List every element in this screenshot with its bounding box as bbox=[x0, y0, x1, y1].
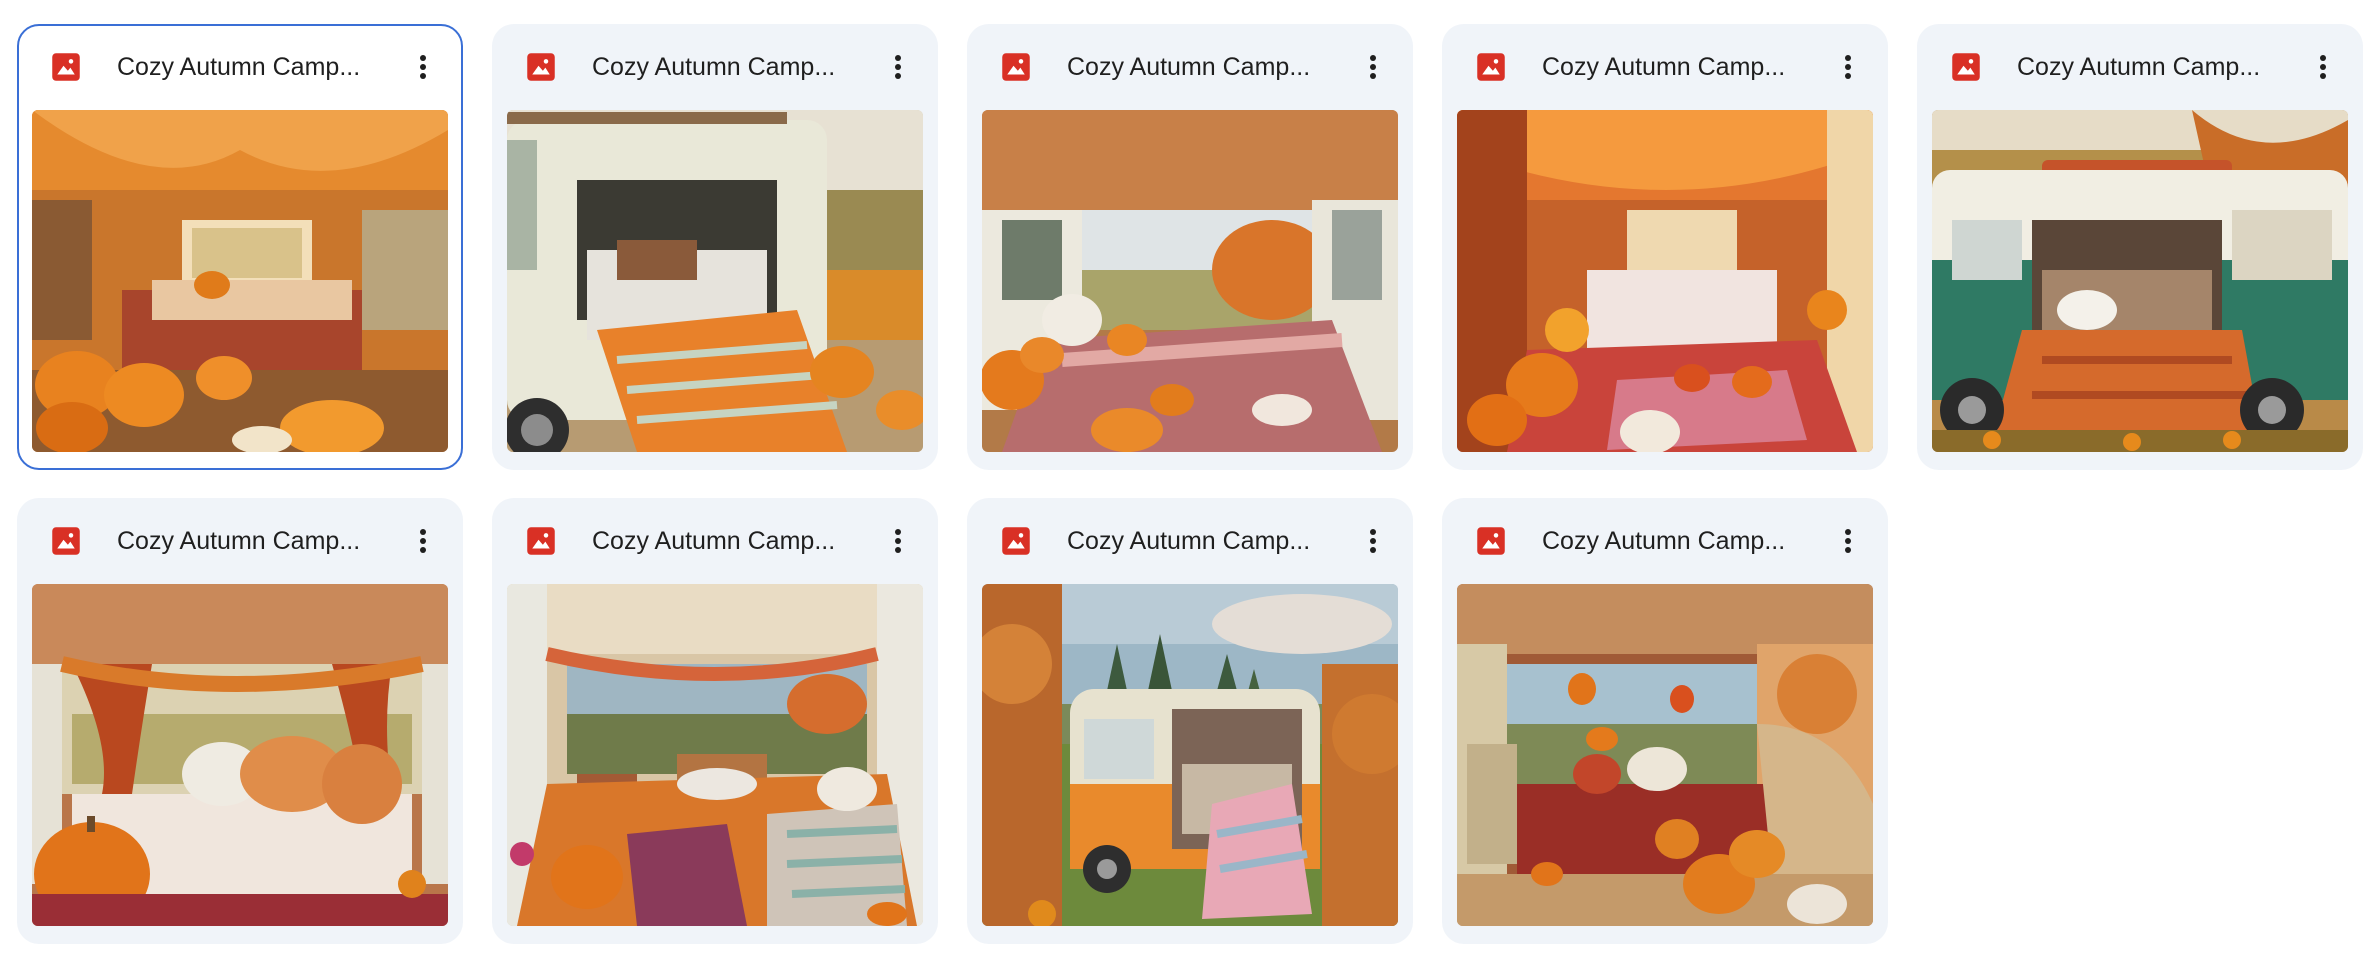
file-thumbnail[interactable] bbox=[32, 584, 448, 926]
file-thumbnail[interactable] bbox=[1932, 110, 2348, 452]
more-actions-button[interactable] bbox=[2303, 47, 2343, 87]
more-actions-button[interactable] bbox=[878, 47, 918, 87]
more-vert-icon bbox=[1845, 529, 1851, 553]
more-vert-icon bbox=[895, 55, 901, 79]
more-vert-icon bbox=[420, 55, 426, 79]
file-name: Cozy Autumn Camp... bbox=[1542, 527, 1786, 555]
image-file-icon bbox=[1002, 527, 1030, 555]
file-card-header: Cozy Autumn Camp... bbox=[1917, 24, 2363, 110]
more-actions-button[interactable] bbox=[878, 521, 918, 561]
file-card-header: Cozy Autumn Camp... bbox=[492, 24, 938, 110]
file-card-header: Cozy Autumn Camp... bbox=[19, 26, 461, 112]
file-card-header: Cozy Autumn Camp... bbox=[1442, 498, 1888, 584]
file-card[interactable]: Cozy Autumn Camp... bbox=[967, 498, 1413, 944]
file-name: Cozy Autumn Camp... bbox=[1542, 53, 1786, 81]
image-file-icon bbox=[527, 527, 555, 555]
file-thumbnail[interactable] bbox=[507, 584, 923, 926]
image-file-icon bbox=[1477, 53, 1505, 81]
file-card[interactable]: Cozy Autumn Camp... bbox=[967, 24, 1413, 470]
more-vert-icon bbox=[420, 529, 426, 553]
file-thumbnail[interactable] bbox=[982, 110, 1398, 452]
image-file-icon bbox=[1477, 527, 1505, 555]
more-vert-icon bbox=[1370, 529, 1376, 553]
file-card[interactable]: Cozy Autumn Camp... bbox=[17, 24, 463, 470]
file-card[interactable]: Cozy Autumn Camp... bbox=[17, 498, 463, 944]
more-vert-icon bbox=[1845, 55, 1851, 79]
image-file-icon bbox=[52, 527, 80, 555]
file-name: Cozy Autumn Camp... bbox=[1067, 53, 1311, 81]
more-actions-button[interactable] bbox=[403, 521, 443, 561]
file-card[interactable]: Cozy Autumn Camp... bbox=[1442, 24, 1888, 470]
image-file-icon bbox=[527, 53, 555, 81]
more-actions-button[interactable] bbox=[403, 47, 443, 87]
more-vert-icon bbox=[2320, 55, 2326, 79]
more-actions-button[interactable] bbox=[1828, 521, 1868, 561]
file-name: Cozy Autumn Camp... bbox=[117, 53, 361, 81]
file-grid: Cozy Autumn Camp... Cozy Autumn Camp... … bbox=[0, 0, 2374, 956]
file-card-header: Cozy Autumn Camp... bbox=[17, 498, 463, 584]
file-card[interactable]: Cozy Autumn Camp... bbox=[492, 24, 938, 470]
file-card[interactable]: Cozy Autumn Camp... bbox=[1917, 24, 2363, 470]
file-name: Cozy Autumn Camp... bbox=[592, 53, 836, 81]
file-card[interactable]: Cozy Autumn Camp... bbox=[492, 498, 938, 944]
more-actions-button[interactable] bbox=[1353, 47, 1393, 87]
file-thumbnail[interactable] bbox=[982, 584, 1398, 926]
file-name: Cozy Autumn Camp... bbox=[1067, 527, 1311, 555]
more-actions-button[interactable] bbox=[1828, 47, 1868, 87]
file-card-header: Cozy Autumn Camp... bbox=[492, 498, 938, 584]
file-thumbnail[interactable] bbox=[507, 110, 923, 452]
file-thumbnail[interactable] bbox=[1457, 584, 1873, 926]
image-file-icon bbox=[1952, 53, 1980, 81]
more-vert-icon bbox=[895, 529, 901, 553]
file-card-header: Cozy Autumn Camp... bbox=[1442, 24, 1888, 110]
file-card[interactable]: Cozy Autumn Camp... bbox=[1442, 498, 1888, 944]
file-name: Cozy Autumn Camp... bbox=[117, 527, 361, 555]
image-file-icon bbox=[52, 53, 80, 81]
file-thumbnail[interactable] bbox=[1457, 110, 1873, 452]
file-name: Cozy Autumn Camp... bbox=[2017, 53, 2261, 81]
file-thumbnail[interactable] bbox=[32, 110, 448, 452]
file-card-header: Cozy Autumn Camp... bbox=[967, 24, 1413, 110]
file-card-header: Cozy Autumn Camp... bbox=[967, 498, 1413, 584]
more-actions-button[interactable] bbox=[1353, 521, 1393, 561]
image-file-icon bbox=[1002, 53, 1030, 81]
more-vert-icon bbox=[1370, 55, 1376, 79]
file-name: Cozy Autumn Camp... bbox=[592, 527, 836, 555]
